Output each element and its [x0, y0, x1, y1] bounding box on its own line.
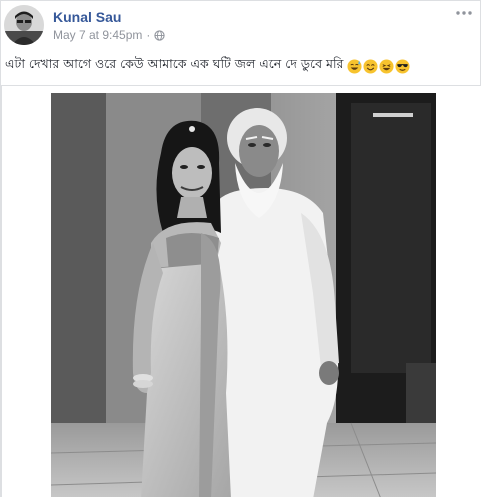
- emoji-row: [347, 58, 410, 74]
- sunglasses-emoji: [395, 58, 410, 74]
- facebook-post: Kunal Sau May 7 at 9:45pm · এটা দেখার আগ…: [0, 0, 481, 497]
- grinning-sweat-emoji: [347, 58, 362, 74]
- more-options-icon[interactable]: [454, 5, 474, 21]
- avatar-image: [4, 5, 44, 45]
- post-caption: এটা দেখার আগে ওরে কেউ আমাকে এক ঘটি জল এন…: [5, 56, 474, 76]
- post-meta: May 7 at 9:45pm ·: [53, 28, 166, 42]
- post-photo-container: [1, 85, 481, 497]
- post-timestamp[interactable]: May 7 at 9:45pm: [53, 28, 142, 42]
- post-photo[interactable]: [51, 93, 436, 497]
- author-avatar[interactable]: [4, 5, 44, 45]
- laughing-emoji: [379, 58, 394, 74]
- smiling-emoji: [363, 58, 378, 74]
- dot-separator: ·: [146, 28, 151, 42]
- globe-icon[interactable]: [154, 29, 166, 41]
- author-name[interactable]: Kunal Sau: [53, 9, 121, 25]
- caption-text: এটা দেখার আগে ওরে কেউ আমাকে এক ঘটি জল এন…: [5, 56, 344, 71]
- photo-image: [51, 93, 436, 497]
